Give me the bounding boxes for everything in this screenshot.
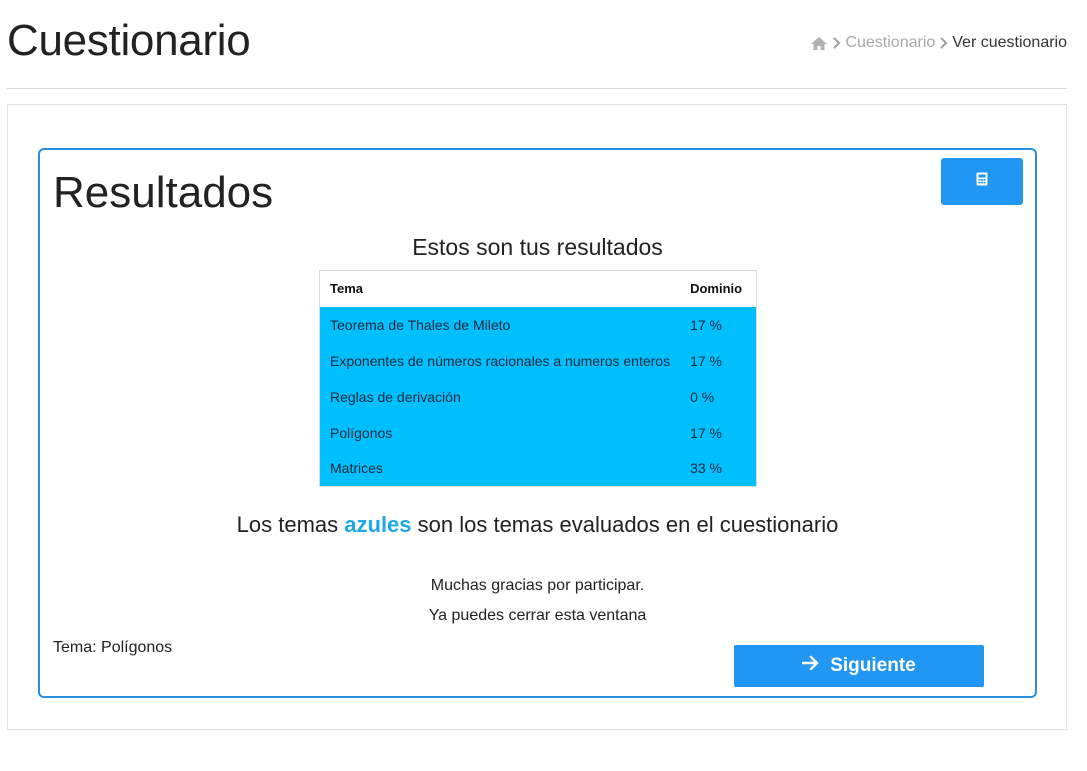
dominio-cell: 0 %: [680, 378, 757, 415]
breadcrumb-current: Ver cuestionario: [952, 34, 1067, 51]
table-row: Polígonos 17 %: [319, 414, 757, 451]
calculator-icon: [976, 172, 988, 191]
results-panel: Resultados Estos son tus resultados Tema…: [38, 148, 1037, 698]
column-header-tema: Tema: [319, 270, 681, 307]
column-header-dominio: Dominio: [680, 270, 757, 307]
chevron-right-icon: [939, 37, 948, 49]
dominio-cell: 33 %: [680, 450, 757, 487]
next-button-label: Siguiente: [830, 655, 916, 676]
legend-text-before: Los temas: [236, 512, 345, 537]
dominio-cell: 17 %: [680, 306, 757, 343]
breadcrumb-link-cuestionario[interactable]: Cuestionario: [845, 34, 935, 52]
calculator-button[interactable]: [941, 158, 1023, 205]
legend-highlight: azules: [344, 512, 412, 537]
legend-note: Los temas azules son los temas evaluados…: [40, 512, 1035, 538]
table-row: Teorema de Thales de Mileto 17 %: [319, 306, 757, 343]
table-row: Reglas de derivación 0 %: [319, 378, 757, 415]
table-row: Matrices 33 %: [319, 450, 757, 487]
content-card: Resultados Estos son tus resultados Tema…: [7, 104, 1067, 730]
chevron-right-icon: [832, 37, 841, 49]
legend-text-after: son los temas evaluados en el cuestionar…: [411, 512, 839, 537]
tema-cell: Polígonos: [319, 414, 681, 451]
table-header-row: Tema Dominio: [319, 270, 757, 307]
tema-cell: Reglas de derivación: [319, 378, 681, 415]
results-table: Tema Dominio Teorema de Thales de Mileto…: [319, 270, 757, 487]
close-window-note: Ya puedes cerrar esta ventana: [428, 607, 647, 624]
table-row: Exponentes de números racionales a numer…: [319, 342, 757, 379]
home-icon[interactable]: [810, 36, 828, 51]
next-button[interactable]: Siguiente: [734, 645, 984, 687]
thanks-message: Muchas gracias por participar.: [430, 577, 645, 594]
tema-cell: Matrices: [319, 450, 681, 487]
header-divider: [7, 88, 1067, 89]
page-title: Cuestionario: [7, 16, 251, 65]
dominio-cell: 17 %: [680, 414, 757, 451]
tema-cell: Teorema de Thales de Mileto: [319, 306, 681, 343]
dominio-cell: 17 %: [680, 342, 757, 379]
arrow-right-icon: [801, 655, 820, 677]
tema-cell: Exponentes de números racionales a numer…: [319, 342, 681, 379]
results-subtitle: Estos son tus resultados: [412, 234, 663, 260]
current-tema-label: Tema: Polígonos: [53, 639, 173, 656]
results-heading: Resultados: [53, 168, 274, 217]
breadcrumb: Cuestionario Ver cuestionario: [810, 34, 1067, 52]
